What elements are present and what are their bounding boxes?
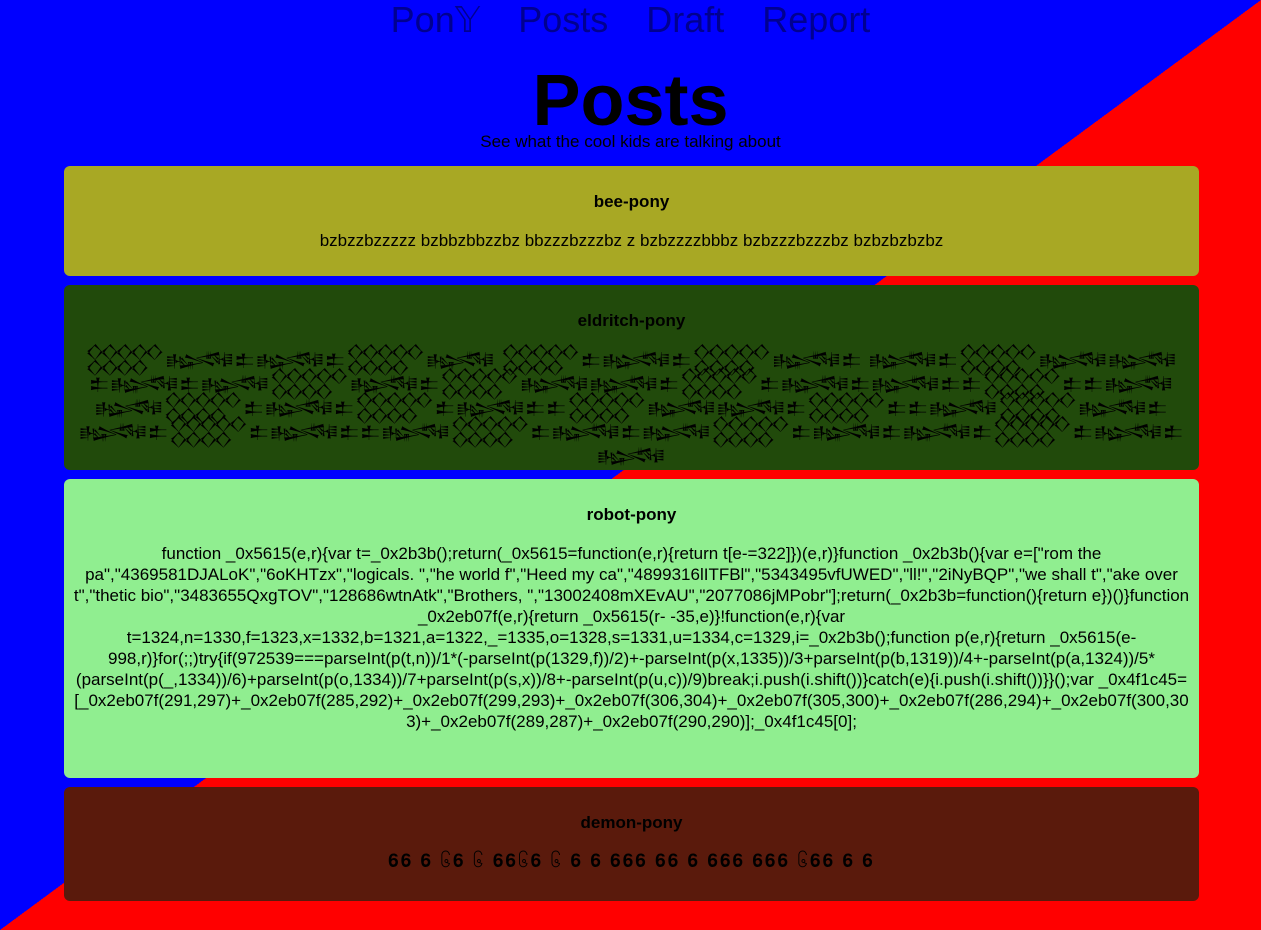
top-nav: Pon𝕐 Posts Draft Report [0, 0, 1261, 40]
post-author: bee-pony [593, 192, 670, 211]
post-card-bee: bee-pony bzbzzbzzzzz bzbbzbbzzbz bbzzzbz… [64, 166, 1199, 276]
post-card-robot: robot-pony function _0x5615(e,r){var t=_… [64, 479, 1199, 778]
page-subtitle: See what the cool kids are talking about [480, 132, 781, 151]
post-card-eldritch: eldritch-pony 𒐫𒈙𒉺𒈙𒉺𒐫𒈙 𒐫𒉺𒈙𒉺𒐫𒈙𒉺 𒈙𒉺𒐫𒈙𒈙 𒉺𒈙𒉺𒈙… [64, 285, 1199, 470]
page-title: Posts [532, 61, 729, 141]
nav-link-home[interactable]: Pon𝕐 [391, 0, 481, 40]
nav-link-draft[interactable]: Draft [646, 0, 724, 40]
post-body: 𝟔𝟔 𝟔 ၆𝟔 ၆ 𝟔𝟔၆𝟔 ၆ 𝟔 𝟔 𝟔𝟔𝟔 𝟔𝟔 𝟔 𝟔𝟔𝟔 𝟔𝟔𝟔 ၆𝟔… [388, 851, 875, 872]
nav-link-posts[interactable]: Posts [518, 0, 608, 40]
nav-link-report[interactable]: Report [762, 0, 870, 40]
post-author: demon-pony [580, 813, 683, 832]
post-body: 𒐫𒈙𒉺𒈙𒉺𒐫𒈙 𒐫𒉺𒈙𒉺𒐫𒈙𒉺 𒈙𒉺𒐫𒈙𒈙 𒉺𒈙𒉺𒈙𒐫𒈙𒉺𒐫𒈙𒈙𒉺𒐫𒉺𒈙𒉺𒈙𒉺𒉺… [78, 351, 1185, 466]
post-list: bee-pony bzbzzbzzzzz bzbbzbbzzbz bbzzzbz… [64, 166, 1199, 910]
post-author: eldritch-pony [577, 311, 686, 330]
post-card-demon: demon-pony 𝟔𝟔 𝟔 ၆𝟔 ၆ 𝟔𝟔၆𝟔 ၆ 𝟔 𝟔 𝟔𝟔𝟔 𝟔𝟔 𝟔… [64, 787, 1199, 901]
post-body: bzbzzbzzzzz bzbbzbbzzbz bbzzzbzzzbz z bz… [319, 231, 944, 250]
post-author: robot-pony [586, 505, 677, 524]
post-body: function _0x5615(e,r){var t=_0x2b3b();re… [73, 544, 1190, 731]
